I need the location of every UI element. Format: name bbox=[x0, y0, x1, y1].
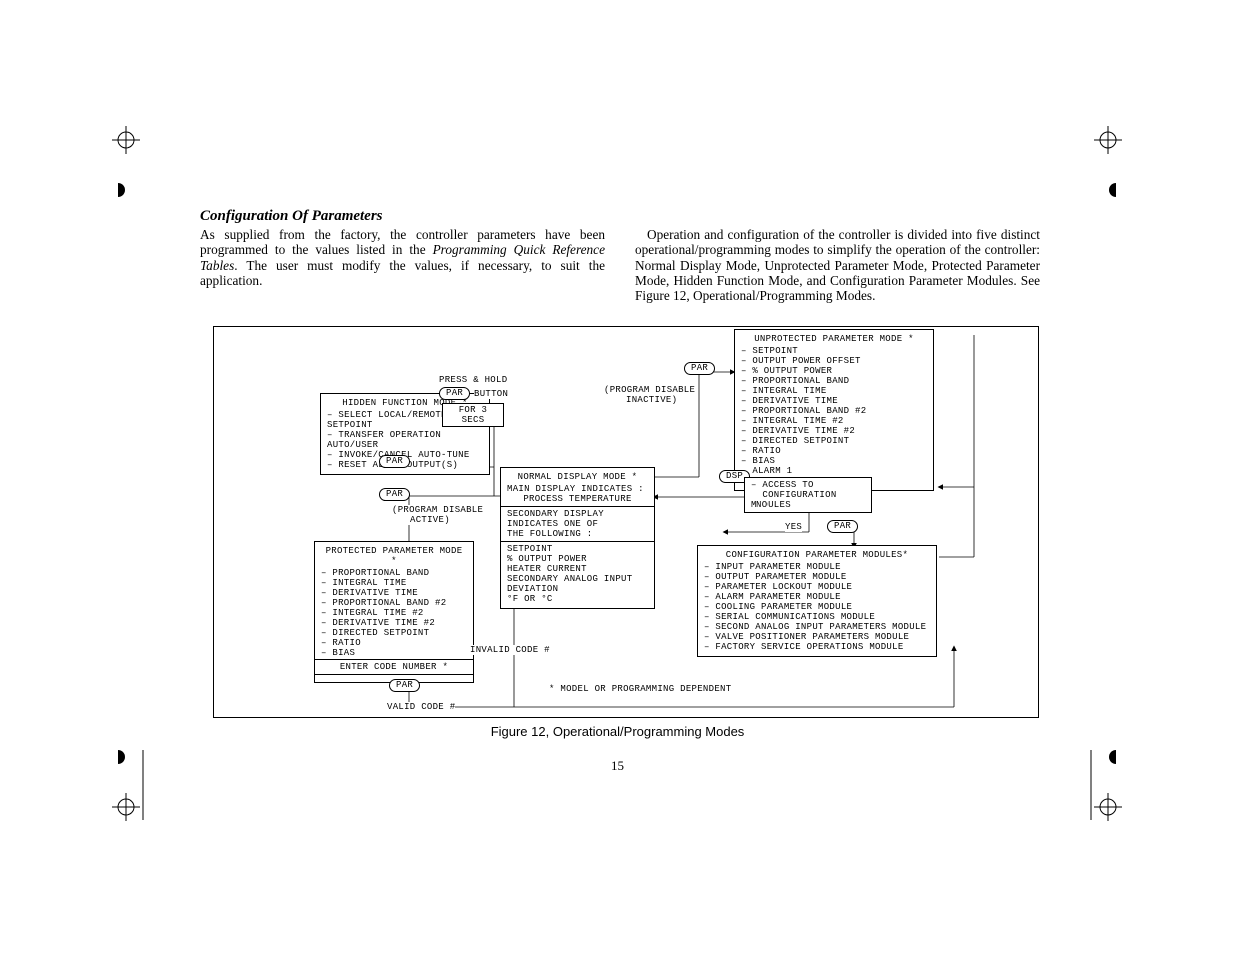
for3-box: FOR 3 SECS bbox=[442, 403, 504, 427]
valid-code-label: VALID CODE # bbox=[387, 702, 455, 712]
half-circle-icon bbox=[111, 183, 125, 197]
par-pill: PAR bbox=[439, 387, 470, 400]
reg-mark-icon bbox=[112, 793, 140, 821]
reg-mark-icon bbox=[112, 126, 140, 154]
footnote-label: * MODEL OR PROGRAMMING DEPENDENT bbox=[549, 684, 731, 694]
right-paragraph: Operation and configuration of the contr… bbox=[635, 227, 1040, 303]
page-number: 15 bbox=[0, 758, 1235, 774]
par-pill: PAR bbox=[379, 488, 410, 501]
par-pill: PAR bbox=[389, 679, 420, 692]
normal-mode-box: NORMAL DISPLAY MODE * MAIN DISPLAY INDIC… bbox=[500, 467, 655, 609]
half-circle-icon bbox=[1109, 183, 1123, 197]
prog-inactive-label: (PROGRAM DISABLEINACTIVE) bbox=[604, 385, 695, 405]
config-modules-box: CONFIGURATION PARAMETER MODULES* INPUT P… bbox=[697, 545, 937, 657]
invalid-code-label: INVALID CODE # bbox=[470, 645, 550, 655]
section-heading: Configuration Of Parameters bbox=[200, 208, 1040, 225]
par-pill: PAR bbox=[379, 455, 410, 468]
left-paragraph: As supplied from the factory, the contro… bbox=[200, 227, 605, 303]
yes-label: YES bbox=[785, 522, 802, 532]
reg-mark-icon bbox=[1094, 793, 1122, 821]
prog-active-label: (PROGRAM DISABLEACTIVE) bbox=[392, 505, 483, 525]
par-pill: PAR bbox=[684, 362, 715, 375]
figure-diagram: HIDDEN FUNCTION MODE * SELECT LOCAL/REMO… bbox=[213, 326, 1039, 718]
button-label: BUTTON bbox=[474, 389, 508, 399]
unprotected-mode-box: UNPROTECTED PARAMETER MODE * SETPOINTOUT… bbox=[734, 329, 934, 491]
par-pill: PAR bbox=[827, 520, 858, 533]
enter-code-box: ENTER CODE NUMBER * bbox=[314, 659, 474, 675]
figure-caption: Figure 12, Operational/Programming Modes bbox=[0, 724, 1235, 739]
no-label: NO bbox=[756, 500, 767, 510]
press-hold-label: PRESS & HOLD bbox=[439, 375, 507, 385]
reg-mark-icon bbox=[1094, 126, 1122, 154]
